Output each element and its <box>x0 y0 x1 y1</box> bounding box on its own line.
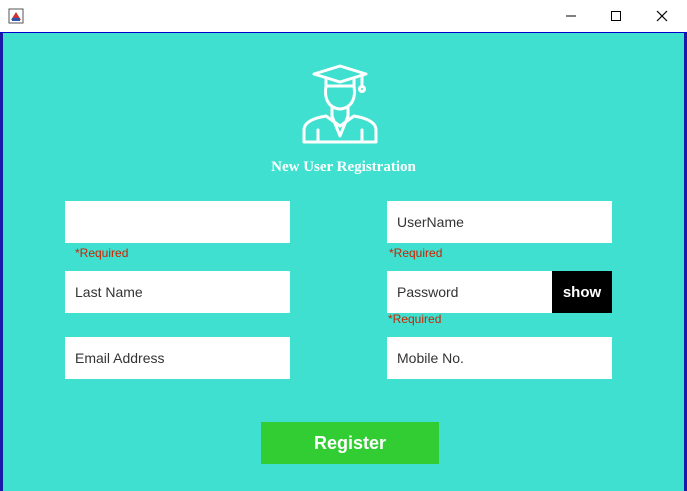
minimize-button[interactable] <box>548 0 594 32</box>
first-name-required-label: *Required <box>75 246 129 260</box>
show-password-button[interactable]: show <box>552 271 612 313</box>
email-field[interactable]: Email Address <box>65 337 290 379</box>
first-name-field[interactable] <box>65 201 290 243</box>
username-field[interactable]: UserName <box>387 201 612 243</box>
username-required-label: *Required <box>389 246 443 260</box>
page-title: New User Registration <box>271 159 416 175</box>
graduate-user-icon <box>300 64 380 144</box>
maximize-button[interactable] <box>593 0 639 32</box>
mobile-field[interactable]: Mobile No. <box>387 337 612 379</box>
close-button[interactable] <box>639 0 685 32</box>
java-app-icon <box>8 8 24 24</box>
minimize-icon <box>566 15 576 17</box>
close-icon <box>656 10 668 22</box>
app-window: New User Registration *Required UserName… <box>0 0 687 491</box>
register-button[interactable]: Register <box>261 422 439 464</box>
title-bar <box>0 0 687 33</box>
password-field[interactable]: Password <box>387 271 552 313</box>
password-required-label: *Required <box>388 312 442 326</box>
maximize-icon <box>611 11 621 21</box>
last-name-field[interactable]: Last Name <box>65 271 290 313</box>
